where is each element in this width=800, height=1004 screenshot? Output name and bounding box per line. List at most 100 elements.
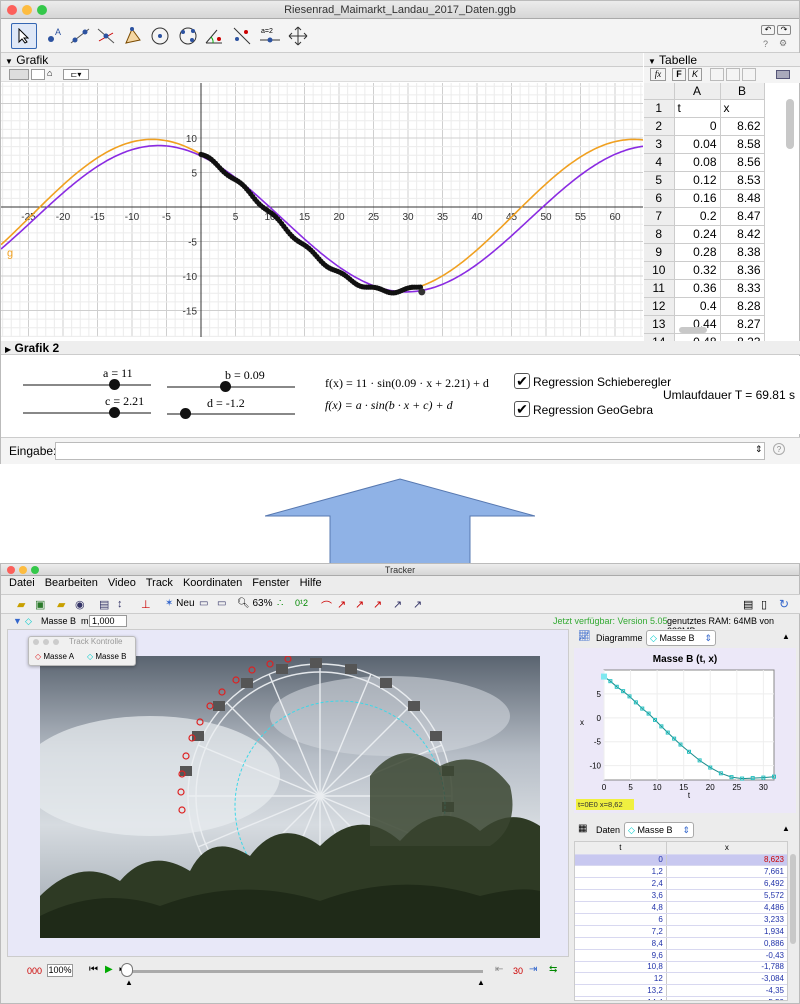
player-zoom-input[interactable]: 100%: [47, 964, 73, 977]
cell-a[interactable]: 0.24: [674, 225, 721, 244]
data-row[interactable]: 6 3,233: [575, 913, 787, 926]
refresh-icon[interactable]: ↻: [779, 597, 789, 611]
cell-a[interactable]: 0.36: [674, 279, 721, 298]
bold-button[interactable]: F: [672, 68, 686, 81]
perpendicular-tool-icon[interactable]: [93, 23, 119, 49]
cell-a[interactable]: 0.16: [674, 189, 721, 208]
data-cell-x[interactable]: -5,59: [666, 996, 787, 1000]
row-header[interactable]: 13: [644, 315, 675, 334]
step-back-icon[interactable]: ⏮: [89, 964, 98, 975]
cell-b[interactable]: 8.58: [720, 135, 765, 154]
move-tool-icon[interactable]: [11, 23, 37, 49]
menu-video[interactable]: Video: [108, 577, 136, 589]
row-header[interactable]: 4: [644, 153, 675, 172]
step-size-back-icon[interactable]: ⇤: [495, 964, 503, 975]
axes-icon[interactable]: ⊥: [141, 598, 151, 611]
grid-color-icon[interactable]: [776, 70, 790, 79]
point-capture-dropdown[interactable]: ⊏▾: [63, 69, 89, 80]
data-row[interactable]: 4,8 4,486: [575, 901, 787, 914]
row-header[interactable]: 8: [644, 225, 675, 244]
acceleration-icon[interactable]: ↗: [355, 598, 364, 611]
data-cell-t[interactable]: 0: [575, 854, 667, 867]
align-center-icon[interactable]: [726, 68, 740, 81]
input-field[interactable]: [55, 442, 765, 460]
slider-tool-icon[interactable]: a=2: [257, 23, 283, 49]
cell-b1[interactable]: x: [720, 99, 765, 118]
open-video-icon[interactable]: ▰: [57, 598, 65, 611]
row-header[interactable]: 1: [644, 99, 675, 118]
data-cell-t[interactable]: 14,4: [575, 996, 667, 1000]
menu-hilfe[interactable]: Hilfe: [300, 577, 322, 589]
trails-icon[interactable]: ∴: [277, 598, 283, 609]
track-a-button[interactable]: ◇ Masse A: [35, 652, 74, 661]
step-size-forward-icon[interactable]: ⇥: [529, 964, 537, 975]
row-header[interactable]: 3: [644, 135, 675, 154]
data-cell-t[interactable]: 6: [575, 913, 667, 926]
new-track-button[interactable]: ✶ Neu: [165, 598, 195, 609]
cell-b[interactable]: 8.48: [720, 189, 765, 208]
track-list-icon[interactable]: ▭: [199, 598, 208, 609]
cell-a[interactable]: 0.2: [674, 207, 721, 226]
cell-b[interactable]: 8.42: [720, 225, 765, 244]
data-cell-t[interactable]: 4,8: [575, 901, 667, 914]
cell-b[interactable]: 8.56: [720, 153, 765, 172]
row-header[interactable]: 6: [644, 189, 675, 208]
page-icon[interactable]: ▯: [761, 598, 767, 611]
cell-b[interactable]: 8.62: [720, 117, 765, 136]
input-help-icon[interactable]: ?: [773, 443, 785, 455]
fx-button[interactable]: fx: [650, 68, 666, 81]
data-cell-x[interactable]: 7,661: [666, 865, 787, 879]
circle-tool-icon[interactable]: [147, 23, 173, 49]
frame-start[interactable]: 000: [27, 966, 42, 976]
mass-input[interactable]: 1,000: [89, 615, 127, 627]
timeline-handle[interactable]: [121, 963, 133, 977]
menu-track[interactable]: Track: [146, 577, 173, 589]
track-dropdown-icon[interactable]: ▼: [13, 616, 22, 626]
data-track-select[interactable]: ◇ Masse B ⇕: [624, 822, 694, 838]
video-frame[interactable]: [40, 656, 540, 938]
column-header-b[interactable]: B: [720, 83, 765, 100]
timeline-slider[interactable]: [127, 970, 483, 973]
cell-a[interactable]: 0.04: [674, 135, 721, 154]
align-right-icon[interactable]: [742, 68, 756, 81]
loop-icon[interactable]: ⇆: [549, 964, 557, 975]
menu-koordinaten[interactable]: Koordinaten: [183, 577, 242, 589]
home-view-icon[interactable]: ⌂: [47, 68, 52, 78]
data-cell-t[interactable]: 3,6: [575, 889, 667, 903]
row-header[interactable]: 12: [644, 297, 675, 316]
cell-a[interactable]: 0.08: [674, 153, 721, 172]
function-graph[interactable]: -25-20-15-10-551015202530354045505560651…: [1, 83, 643, 337]
data-cell-x[interactable]: -3,084: [666, 972, 787, 986]
data-cell-x[interactable]: 8,623: [666, 854, 787, 867]
cell-a[interactable]: 0.4: [674, 297, 721, 316]
collapse-up-icon[interactable]: ▲: [782, 632, 790, 641]
circle-3pt-tool-icon[interactable]: [175, 23, 201, 49]
data-row[interactable]: 14,4-5,59: [575, 996, 787, 1000]
cell-b[interactable]: 8.36: [720, 261, 765, 280]
data-row[interactable]: 12 -3,084: [575, 972, 787, 986]
cell-b[interactable]: 8.27: [720, 315, 765, 334]
data-cell-x[interactable]: 0,886: [666, 937, 787, 950]
close-window-icon[interactable]: [7, 566, 15, 574]
row-header[interactable]: 10: [644, 261, 675, 280]
frame-end[interactable]: 30: [513, 966, 523, 976]
row-header[interactable]: 9: [644, 243, 675, 262]
close-window-icon[interactable]: [7, 5, 17, 15]
spreadsheet-vertical-scrollbar[interactable]: [786, 99, 794, 149]
data-cell-t[interactable]: 2,4: [575, 877, 667, 891]
data-row[interactable]: 10,8 -1,788: [575, 961, 787, 974]
data-cell-t[interactable]: 8,4: [575, 937, 667, 950]
zoom-window-icon[interactable]: [31, 566, 39, 574]
cell-a1[interactable]: t: [674, 99, 721, 118]
cell-a[interactable]: 0.12: [674, 171, 721, 190]
video-filter-icon[interactable]: ◉: [75, 598, 85, 611]
minimize-window-icon[interactable]: [43, 639, 49, 645]
data-cell-t[interactable]: 9,6: [575, 949, 667, 962]
notes-icon[interactable]: ▤: [743, 598, 753, 611]
collapse-triangle-icon[interactable]: ▼: [648, 57, 656, 66]
input-dropdown-icon[interactable]: ⇕: [755, 444, 763, 455]
cell-b[interactable]: 8.47: [720, 207, 765, 226]
slider-c-knob[interactable]: [109, 407, 121, 418]
data-row[interactable]: 9,6 -0,43: [575, 949, 787, 962]
zoom-button[interactable]: 🔍︎ 63%: [237, 598, 273, 609]
